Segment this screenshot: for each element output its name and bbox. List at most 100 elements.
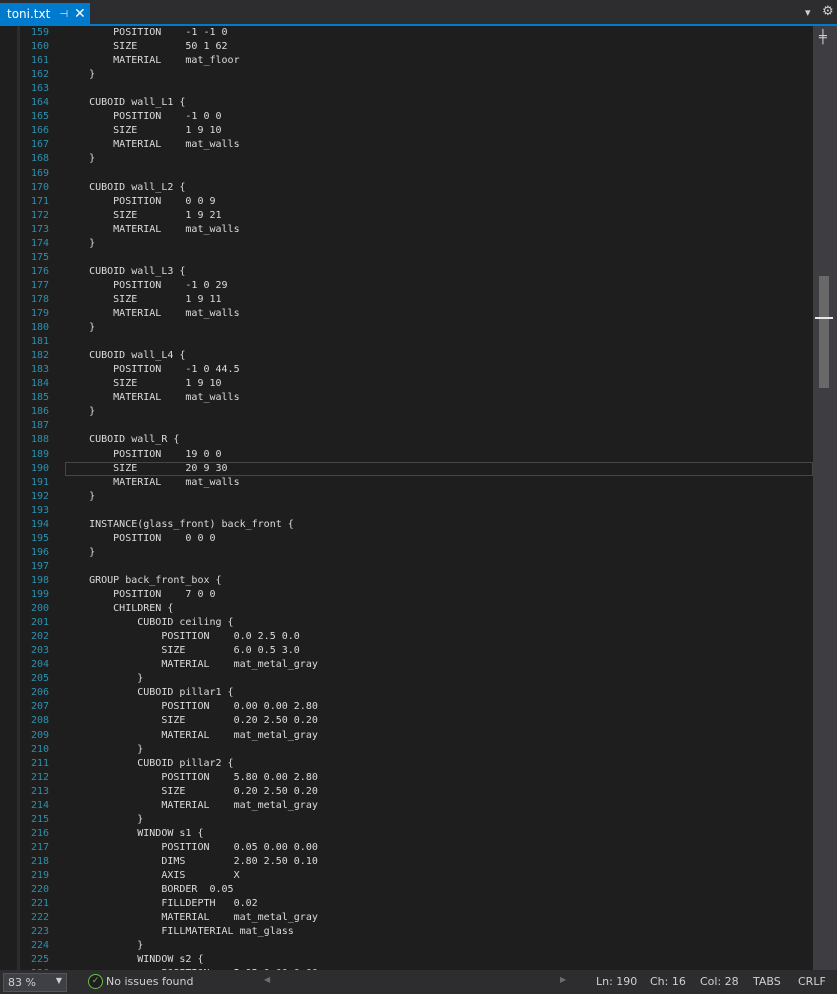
code-line[interactable]: 186 } — [0, 405, 813, 419]
tab-toni-txt[interactable]: toni.txt ⊣ ✕ — [0, 3, 90, 25]
code-line[interactable]: 202 POSITION 0.0 2.5 0.0 — [0, 630, 813, 644]
code-line[interactable]: 173 MATERIAL mat_walls — [0, 223, 813, 237]
column-indicator[interactable]: Col: 28 — [700, 975, 739, 988]
line-number: 199 — [30, 589, 49, 600]
vertical-scrollbar[interactable]: ╪ — [813, 26, 837, 970]
code-line[interactable]: 220 BORDER 0.05 — [0, 883, 813, 897]
code-line[interactable]: 162 } — [0, 68, 813, 82]
line-text: MATERIAL mat_walls — [65, 223, 240, 235]
code-line[interactable]: 185 MATERIAL mat_walls — [0, 391, 813, 405]
code-line[interactable]: 165 POSITION -1 0 0 — [0, 110, 813, 124]
code-line[interactable]: 178 SIZE 1 9 11 — [0, 293, 813, 307]
code-line[interactable]: 199 POSITION 7 0 0 — [0, 588, 813, 602]
code-line[interactable]: 204 MATERIAL mat_metal_gray — [0, 658, 813, 672]
line-number: 179 — [30, 308, 49, 319]
line-number: 200 — [30, 603, 49, 615]
code-line[interactable]: 192 } — [0, 490, 813, 504]
zoom-dropdown[interactable]: 83 % ▼ — [3, 973, 67, 992]
line-text: } — [65, 940, 144, 952]
split-icon[interactable]: ╪ — [819, 30, 827, 45]
code-line[interactable]: 209 MATERIAL mat_metal_gray — [0, 729, 813, 743]
code-line[interactable]: 223 FILLMATERIAL mat_glass — [0, 925, 813, 939]
code-line[interactable]: 169 — [0, 167, 813, 181]
code-line[interactable]: 174 } — [0, 237, 813, 251]
code-line[interactable]: 195 POSITION 0 0 0 — [0, 532, 813, 546]
code-line[interactable]: 179 MATERIAL mat_walls — [0, 307, 813, 321]
code-line[interactable]: 181 — [0, 335, 813, 349]
code-line[interactable]: 197 — [0, 560, 813, 574]
code-line[interactable]: 184 SIZE 1 9 10 — [0, 377, 813, 391]
code-line[interactable]: 206 CUBOID pillar1 { — [0, 686, 813, 700]
code-line[interactable]: 213 SIZE 0.20 2.50 0.20 — [0, 785, 813, 799]
line-text: CUBOID wall_L4 { — [65, 350, 186, 362]
scroll-right-icon[interactable]: ▶ — [560, 975, 566, 984]
line-number: 187 — [30, 420, 49, 432]
code-line[interactable]: 225 WINDOW s2 { — [0, 953, 813, 967]
code-line[interactable]: 183 POSITION -1 0 44.5 — [0, 363, 813, 377]
code-line[interactable]: 188 CUBOID wall_R { — [0, 433, 813, 447]
code-line[interactable]: 205 } — [0, 672, 813, 686]
code-line[interactable]: 166 SIZE 1 9 10 — [0, 124, 813, 138]
code-line[interactable]: 200 CHILDREN { — [0, 602, 813, 616]
code-line[interactable]: 159 POSITION -1 -1 0 — [0, 26, 813, 40]
code-line[interactable]: 208 SIZE 0.20 2.50 0.20 — [0, 714, 813, 728]
code-line[interactable]: 216 WINDOW s1 { — [0, 827, 813, 841]
close-icon[interactable]: ✕ — [74, 7, 86, 21]
code-line[interactable]: 189 POSITION 19 0 0 — [0, 448, 813, 462]
code-line[interactable]: 176 CUBOID wall_L3 { — [0, 265, 813, 279]
pin-icon[interactable]: ⊣ — [59, 9, 68, 20]
indentation-indicator[interactable]: TABS — [753, 975, 781, 988]
line-text: } — [65, 490, 96, 502]
code-editor[interactable]: 159 POSITION -1 -1 0 160 SIZE 50 1 62 161 … — [0, 26, 813, 970]
code-line[interactable]: 211 CUBOID pillar2 { — [0, 757, 813, 771]
code-line[interactable]: 203 SIZE 6.0 0.5 3.0 — [0, 644, 813, 658]
line-text: POSITION 0 0 9 — [65, 195, 216, 207]
horizontal-scrollbar[interactable]: ◀ ▶ — [260, 975, 570, 986]
scroll-thumb[interactable] — [819, 276, 829, 388]
status-bar: 83 % ▼ ✓ No issues found ◀ ▶ Ln: 190 Ch:… — [0, 970, 837, 994]
code-line[interactable]: 172 SIZE 1 9 21 — [0, 209, 813, 223]
chevron-down-icon[interactable]: ▾ — [805, 6, 811, 19]
issues-status[interactable]: No issues found — [106, 975, 193, 988]
line-indicator[interactable]: Ln: 190 — [596, 975, 637, 988]
code-line[interactable]: 168 } — [0, 152, 813, 166]
code-line[interactable]: 219 AXIS X — [0, 869, 813, 883]
code-line[interactable]: 218 DIMS 2.80 2.50 0.10 — [0, 855, 813, 869]
code-line[interactable]: 198 GROUP back_front_box { — [0, 574, 813, 588]
code-line[interactable]: 171 POSITION 0 0 9 — [0, 195, 813, 209]
code-line[interactable]: 182 CUBOID wall_L4 { — [0, 349, 813, 363]
code-line[interactable]: 191 MATERIAL mat_walls — [0, 476, 813, 490]
code-line[interactable]: 163 — [0, 82, 813, 96]
code-line[interactable]: 207 POSITION 0.00 0.00 2.80 — [0, 700, 813, 714]
code-line[interactable]: 160 SIZE 50 1 62 — [0, 40, 813, 54]
code-line[interactable]: 222 MATERIAL mat_metal_gray — [0, 911, 813, 925]
code-line[interactable]: 164 CUBOID wall_L1 { — [0, 96, 813, 110]
code-line[interactable]: 190 SIZE 20 9 30 — [0, 461, 813, 476]
line-number: 184 — [30, 378, 49, 390]
code-line[interactable]: 175 — [0, 251, 813, 265]
code-line[interactable]: 167 MATERIAL mat_walls — [0, 138, 813, 152]
check-circle-icon[interactable]: ✓ — [88, 974, 103, 989]
scroll-left-icon[interactable]: ◀ — [264, 975, 270, 984]
code-line[interactable]: 201 CUBOID ceiling { — [0, 616, 813, 630]
gear-icon[interactable]: ⚙ — [822, 4, 834, 19]
line-number: 222 — [30, 912, 49, 924]
char-indicator[interactable]: Ch: 16 — [650, 975, 686, 988]
line-text: CUBOID pillar1 { — [65, 687, 234, 699]
code-line[interactable]: 214 MATERIAL mat_metal_gray — [0, 799, 813, 813]
code-line[interactable]: 212 POSITION 5.80 0.00 2.80 — [0, 771, 813, 785]
code-line[interactable]: 180 } — [0, 321, 813, 335]
code-line[interactable]: 217 POSITION 0.05 0.00 0.00 — [0, 841, 813, 855]
code-line[interactable]: 196 } — [0, 546, 813, 560]
code-line[interactable]: 193 — [0, 504, 813, 518]
line-ending-indicator[interactable]: CRLF — [798, 975, 826, 988]
code-line[interactable]: 215 } — [0, 813, 813, 827]
code-line[interactable]: 224 } — [0, 939, 813, 953]
code-line[interactable]: 161 MATERIAL mat_floor — [0, 54, 813, 68]
code-line[interactable]: 187 — [0, 419, 813, 433]
code-line[interactable]: 170 CUBOID wall_L2 { — [0, 181, 813, 195]
code-line[interactable]: 210 } — [0, 743, 813, 757]
code-line[interactable]: 194 INSTANCE(glass_front) back_front { — [0, 518, 813, 532]
code-line[interactable]: 177 POSITION -1 0 29 — [0, 279, 813, 293]
code-line[interactable]: 221 FILLDEPTH 0.02 — [0, 897, 813, 911]
